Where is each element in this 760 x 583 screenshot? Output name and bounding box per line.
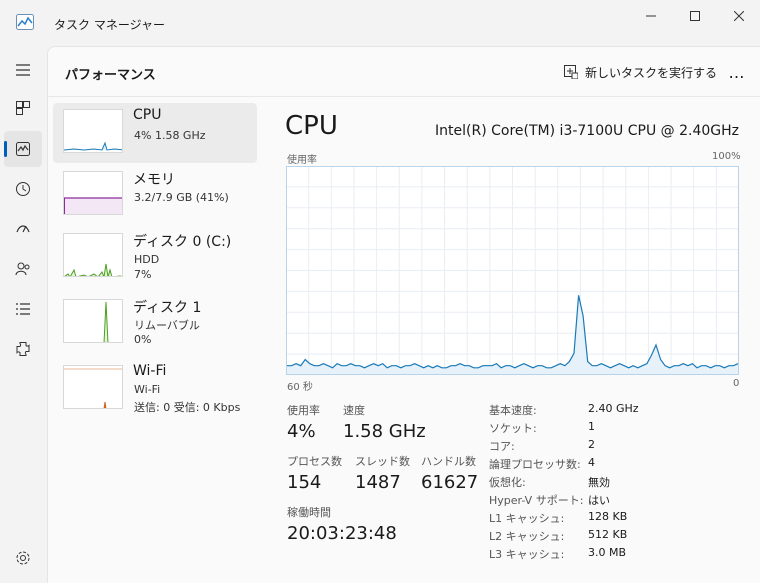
users-icon (15, 262, 30, 276)
spec-value: 512 KB (588, 528, 628, 541)
nav-users[interactable] (4, 251, 42, 287)
device-stat: 3.2/7.9 GB (41%) (134, 191, 229, 204)
device-stat: 7% (134, 268, 152, 281)
navigation-rail (0, 46, 46, 583)
nav-startup-apps[interactable] (4, 211, 42, 247)
nav-services[interactable] (4, 331, 42, 367)
uptime-label: 稼働時間 (287, 506, 331, 519)
page-title: パフォーマンス (65, 68, 156, 83)
device-type: Wi-Fi (134, 383, 161, 396)
usage-label: 使用率 (287, 404, 320, 417)
task-manager-app-icon (16, 14, 34, 30)
device-stat: 4% 1.58 GHz (134, 129, 206, 142)
spec-value: 1 (588, 420, 595, 433)
spec-value: 2.40 GHz (588, 402, 639, 415)
more-options-button[interactable]: … (726, 61, 748, 83)
nav-app-history[interactable] (4, 171, 42, 207)
new-task-icon (564, 65, 578, 79)
device-type: HDD (134, 253, 160, 266)
disk0-thumbnail-graph (63, 233, 123, 277)
run-new-task-label: 新しいタスクを実行する (585, 65, 718, 80)
device-name: ディスク 0 (C:) (133, 234, 232, 250)
handles-label: ハンドル数 (421, 455, 476, 468)
nav-settings[interactable] (4, 540, 42, 576)
spec-label: L2 キャッシュ: (489, 530, 565, 543)
graph-label-max: 100% (712, 151, 741, 162)
more-icon: … (728, 62, 746, 82)
device-memory[interactable]: メモリ 3.2/7.9 GB (41%) (53, 165, 257, 225)
spec-label: L3 キャッシュ: (489, 548, 565, 561)
graph-label-usage: 使用率 (287, 155, 317, 166)
graph-label-now: 0 (733, 378, 740, 389)
handles-value: 61627 (421, 472, 479, 493)
processes-value: 154 (287, 472, 322, 493)
usage-value: 4% (287, 421, 316, 442)
device-stat: 0% (134, 333, 152, 346)
memory-thumbnail-graph (63, 171, 123, 215)
disk1-thumbnail-graph (63, 299, 123, 343)
threads-label: スレッド数 (355, 455, 410, 468)
nav-performance[interactable] (4, 131, 42, 167)
hamburger-icon (16, 64, 30, 76)
device-name: CPU (133, 107, 162, 123)
uptime-value: 20:03:23:48 (287, 523, 397, 544)
spec-label: Hyper-V サポート: (489, 494, 584, 507)
close-button[interactable] (716, 0, 760, 32)
device-disk-0[interactable]: ディスク 0 (C:) HDD 7% (53, 227, 257, 287)
page-header: パフォーマンス 新しいタスクを実行する … (48, 47, 760, 97)
device-wifi[interactable]: Wi-Fi Wi-Fi 送信: 0 受信: 0 Kbps (53, 359, 257, 419)
services-icon (16, 342, 30, 356)
spec-label: 論理プロセッサ数: (489, 458, 581, 471)
minimize-button[interactable] (628, 0, 674, 32)
spec-value: 2 (588, 438, 595, 451)
device-disk-1[interactable]: ディスク 1 リムーバブル 0% (53, 293, 257, 353)
speed-label: 速度 (343, 404, 365, 417)
speed-value: 1.58 GHz (343, 421, 426, 442)
nav-processes[interactable] (4, 90, 42, 126)
gear-icon (16, 551, 30, 565)
minimize-icon (646, 15, 656, 17)
nav-details[interactable] (4, 291, 42, 327)
spec-label: 仮想化: (489, 476, 526, 489)
spec-value: 4 (588, 456, 595, 469)
history-icon (16, 182, 30, 196)
performance-icon (16, 142, 30, 156)
device-stat: 送信: 0 受信: 0 Kbps (134, 401, 241, 414)
spec-label: ソケット: (489, 422, 537, 435)
details-list-icon (16, 303, 30, 315)
detail-title: CPU (285, 111, 338, 141)
wifi-thumbnail-graph (63, 365, 123, 409)
spec-value: 128 KB (588, 510, 628, 523)
maximize-icon (690, 11, 700, 21)
main-panel: パフォーマンス 新しいタスクを実行する … CPU 4% 1.58 GHz メモ… (47, 46, 760, 583)
device-cpu[interactable]: CPU 4% 1.58 GHz (53, 103, 257, 163)
cpu-thumbnail-graph (63, 109, 123, 153)
processes-label: プロセス数 (287, 455, 342, 468)
device-name: ディスク 1 (133, 300, 202, 316)
run-new-task-button[interactable]: 新しいタスクを実行する (564, 61, 717, 83)
window-title: タスク マネージャー (54, 18, 165, 32)
spec-label: L1 キャッシュ: (489, 512, 565, 525)
spec-label: 基本速度: (489, 404, 537, 417)
threads-value: 1487 (355, 472, 401, 493)
spec-value: 3.0 MB (588, 546, 627, 559)
spec-value: 無効 (588, 476, 610, 489)
spec-value: はい (588, 494, 610, 507)
device-name: Wi-Fi (133, 363, 167, 379)
title-bar: タスク マネージャー (0, 0, 760, 46)
cpu-usage-graph (286, 166, 739, 375)
device-name: メモリ (133, 172, 175, 188)
processes-icon (16, 101, 30, 115)
device-type: リムーバブル (134, 319, 200, 332)
menu-toggle-button[interactable] (4, 52, 42, 88)
cpu-model-name: Intel(R) Core(TM) i3-7100U CPU @ 2.40GHz (435, 123, 739, 139)
close-icon (734, 11, 744, 21)
graph-label-time: 60 秒 (287, 382, 313, 393)
startup-icon (16, 225, 30, 233)
maximize-button[interactable] (672, 0, 718, 32)
spec-label: コア: (489, 440, 515, 453)
